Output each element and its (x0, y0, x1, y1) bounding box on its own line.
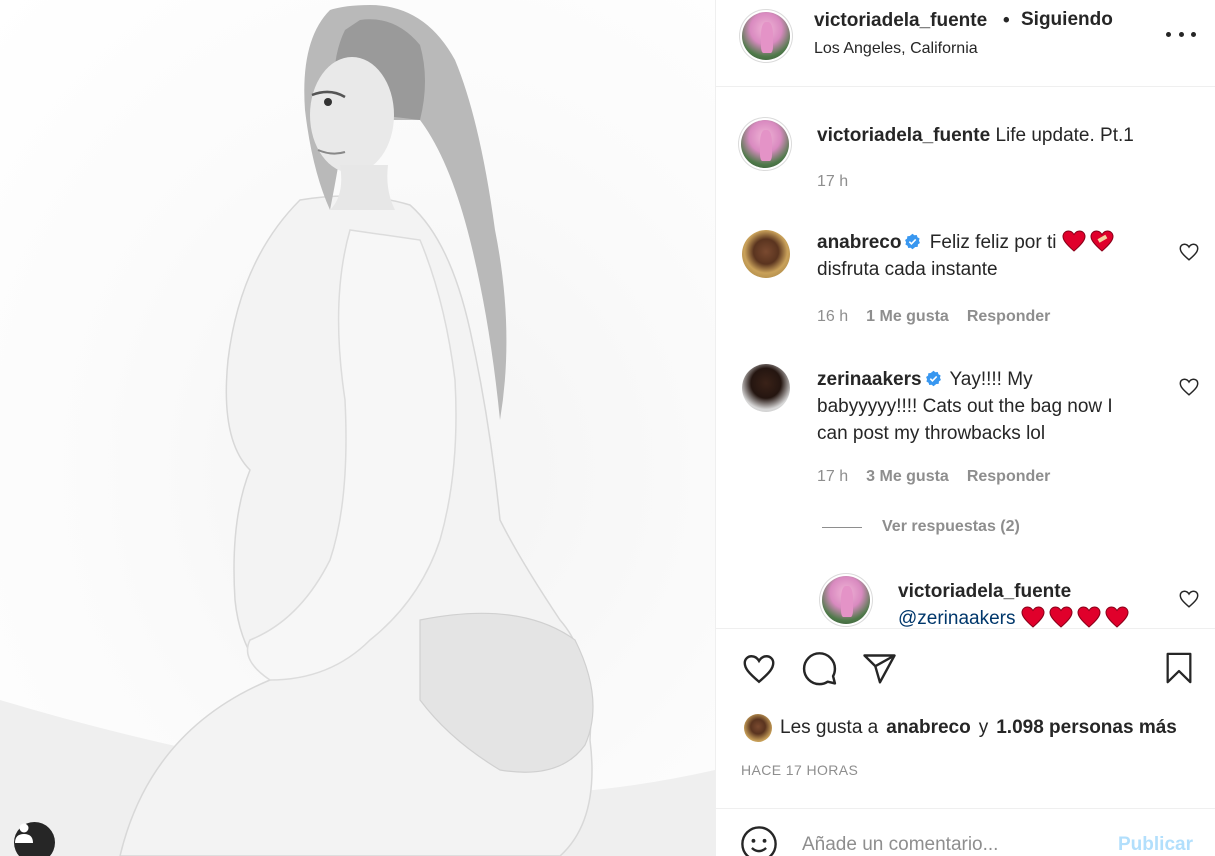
red-heart-emoji-icon (1021, 606, 1045, 628)
emoji-icon (741, 826, 777, 856)
heart-icon (1179, 243, 1199, 261)
comment-like-button[interactable] (1178, 241, 1200, 263)
comment-composer: Publicar (716, 808, 1215, 856)
comment-input[interactable] (802, 831, 1102, 856)
post-sidebar: victoriadela_fuente • Siguiendo Los Ange… (715, 0, 1215, 856)
red-heart-emoji-icon (1062, 230, 1086, 252)
likes-summary: Les gusta a anabreco y 1.098 personas má… (744, 714, 1177, 742)
reply-username[interactable]: victoriadela_fuente (898, 581, 1071, 602)
reply-avatar[interactable] (822, 576, 870, 624)
red-heart-emoji-icon (1049, 606, 1073, 628)
following-button[interactable]: Siguiendo (1021, 9, 1113, 31)
comment-text-line2: babyyyyy!!!! Cats out the bag now I (817, 396, 1113, 417)
comment-username[interactable]: anabreco (817, 232, 901, 253)
reply-text-block: victoriadela_fuente @zerinaakers (898, 578, 1158, 628)
liker-avatar[interactable] (744, 714, 772, 742)
likes-prefix: Les gusta a (780, 717, 879, 738)
emoji-button[interactable] (740, 825, 778, 856)
reply-button[interactable]: Responder (967, 308, 1051, 326)
likes-others-link[interactable]: 1.098 personas más (996, 717, 1177, 739)
comment-like-button[interactable] (1178, 588, 1200, 610)
reply-mention[interactable]: @zerinaakers (898, 608, 1016, 628)
comment-likes-count[interactable]: 3 Me gusta (866, 468, 949, 486)
publish-button[interactable]: Publicar (1118, 834, 1193, 856)
comment-button[interactable] (801, 651, 838, 693)
comment-avatar[interactable] (742, 230, 790, 278)
caption-text-block: victoriadela_fuente Life update. Pt.1 (817, 122, 1162, 149)
save-button[interactable] (1162, 649, 1196, 692)
header-separator: • (1003, 10, 1010, 31)
red-heart-emoji-icon (1077, 606, 1101, 628)
comment-username[interactable]: zerinaakers (817, 369, 922, 390)
verified-badge-icon (925, 368, 942, 387)
post-photo[interactable] (0, 0, 715, 856)
post-actions: Les gusta a anabreco y 1.098 personas má… (716, 628, 1215, 808)
replies-divider (822, 526, 862, 528)
author-avatar[interactable] (742, 12, 790, 60)
view-replies-button[interactable]: Ver respuestas (2) (822, 518, 1020, 536)
comment-text: Feliz feliz por ti (929, 232, 1057, 253)
post-header: victoriadela_fuente • Siguiendo Los Ange… (716, 0, 1215, 87)
verified-badge-icon (904, 231, 921, 250)
likes-conj: y (978, 717, 989, 738)
share-button[interactable] (861, 651, 898, 692)
caption-username[interactable]: victoriadela_fuente (817, 125, 990, 146)
bookmark-icon (1166, 652, 1192, 684)
post-caption: victoriadela_fuente Life update. Pt.1 17… (716, 118, 1215, 198)
liker-username[interactable]: anabreco (886, 717, 970, 739)
comment-like-button[interactable] (1178, 376, 1200, 398)
heart-icon (1179, 590, 1199, 608)
comment-time[interactable]: 16 h (817, 308, 848, 326)
heart-icon (1179, 378, 1199, 396)
comment-bubble-icon (802, 652, 837, 686)
comment-text-block: anabreco Feliz feliz por ti disfruta cad… (817, 229, 1162, 283)
post-timestamp[interactable]: HACE 17 HORAS (741, 762, 858, 778)
more-options-button[interactable] (1166, 22, 1196, 46)
comment-avatar[interactable] (742, 364, 790, 412)
comment-text-block: zerinaakers Yay!!!! My babyyyyy!!!! Cats… (817, 366, 1162, 447)
reply-button[interactable]: Responder (967, 468, 1051, 486)
heart-icon (743, 655, 775, 684)
comment-text-line2: disfruta cada instante (817, 259, 998, 280)
user-tag-button[interactable] (14, 822, 55, 856)
author-username[interactable]: victoriadela_fuente (814, 10, 987, 32)
comment-item: zerinaakers Yay!!!! My babyyyyy!!!! Cats… (716, 364, 1215, 514)
caption-text: Life update. Pt.1 (995, 125, 1134, 146)
comment-meta: 16 h 1 Me gusta Responder (817, 308, 1050, 326)
paper-plane-icon (863, 654, 896, 684)
post-location[interactable]: Los Angeles, California (814, 40, 978, 58)
comments-list[interactable]: victoriadela_fuente Life update. Pt.1 17… (716, 88, 1215, 628)
reply-item: victoriadela_fuente @zerinaakers (716, 572, 1215, 628)
comment-meta: 17 h 3 Me gusta Responder (817, 468, 1050, 486)
comment-time[interactable]: 17 h (817, 468, 848, 486)
view-replies-label: Ver respuestas (2) (882, 518, 1020, 535)
comment-likes-count[interactable]: 1 Me gusta (866, 308, 949, 326)
comment-text: Yay!!!! My (949, 369, 1033, 390)
comment-item: anabreco Feliz feliz por ti disfruta cad… (716, 228, 1215, 338)
caption-avatar[interactable] (741, 120, 789, 168)
more-options-icon (1166, 31, 1171, 37)
caption-time[interactable]: 17 h (817, 173, 848, 191)
red-heart-emoji-icon (1105, 606, 1129, 628)
comment-text-line3: can post my throwbacks lol (817, 423, 1046, 444)
like-button[interactable] (740, 651, 778, 692)
post-photo-illustration (0, 5, 715, 856)
caption-meta: 17 h (817, 173, 848, 191)
mending-heart-emoji-icon (1090, 230, 1114, 252)
